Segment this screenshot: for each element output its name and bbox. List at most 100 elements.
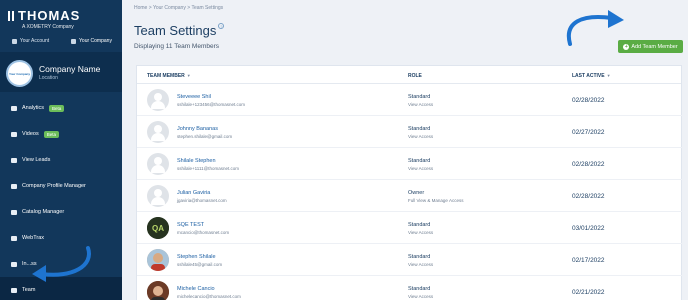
member-last-active: 02/21/2022 xyxy=(572,289,605,296)
user-icon xyxy=(11,38,17,44)
member-count: Displaying 11 Team Members xyxy=(134,43,220,50)
member-role: Standard xyxy=(408,254,431,260)
table-row[interactable]: Shilale Stephen sshilale+1111@thomasnet.… xyxy=(137,148,683,180)
add-team-member-label: Add Team Member xyxy=(631,43,678,50)
brand-logo[interactable]: THOMAS A XOMETRY Company xyxy=(8,8,80,30)
member-name[interactable]: Shilale Stephen xyxy=(177,158,216,164)
sidebar-item-videos[interactable]: Videos Beta xyxy=(0,121,122,147)
member-email: stephen.shilale@gmail.com xyxy=(177,134,233,139)
member-access: View Access xyxy=(408,294,434,299)
sidebar-item-analytics[interactable]: Analytics Beta xyxy=(0,95,122,121)
your-account-tab[interactable]: Your Account xyxy=(0,34,61,48)
sidebar-item-label: Company Profile Manager xyxy=(22,183,86,189)
member-email: sshilale+123456@thomasnet.com xyxy=(177,102,245,107)
table-header: TEAM MEMBER ▼ ROLE LAST ACTIVE ▼ xyxy=(137,66,681,84)
table-row[interactable]: Michele Cancio michelecancio@thomasnet.c… xyxy=(137,276,683,300)
company-logo-text: Your Company xyxy=(8,71,31,76)
table-row[interactable]: Johnny Bananas stephen.shilale@gmail.com… xyxy=(137,116,683,148)
table-row[interactable]: Steveeee Shil sshilale+123456@thomasnet.… xyxy=(137,84,683,116)
member-role: Standard xyxy=(408,94,431,100)
video-icon xyxy=(11,131,17,137)
thomas-bars-icon xyxy=(8,10,14,21)
account-switch: Your Account Your Company xyxy=(0,34,122,48)
member-name[interactable]: Michele Cancio xyxy=(177,286,215,292)
member-email: sshilale45@gmail.com xyxy=(177,262,223,267)
member-role: Standard xyxy=(408,126,431,132)
sort-icon: ▼ xyxy=(186,73,191,78)
member-access: Full View & Manage Access xyxy=(408,198,464,203)
member-last-active: 02/17/2022 xyxy=(572,257,605,264)
member-name[interactable]: Johnny Bananas xyxy=(177,126,218,132)
column-last-active[interactable]: LAST ACTIVE ▼ xyxy=(572,73,611,79)
member-name[interactable]: Stephen Shilale xyxy=(177,254,216,260)
svg-text:QA: QA xyxy=(152,224,164,233)
avatar-photo xyxy=(147,249,169,271)
your-account-label: Your Account xyxy=(19,38,50,44)
sort-icon: ▼ xyxy=(606,73,611,78)
member-last-active: 02/28/2022 xyxy=(572,193,605,200)
beta-badge: Beta xyxy=(49,104,65,112)
sqe-logo-icon: QA xyxy=(147,217,169,239)
brand-name: THOMAS xyxy=(18,8,81,23)
member-role: Standard xyxy=(408,286,431,292)
member-name[interactable]: SQE TEST xyxy=(177,222,204,228)
sidebar-item-company-profile-manager[interactable]: Company Profile Manager xyxy=(0,173,122,199)
app: THOMAS A XOMETRY Company Your Account Yo… xyxy=(0,0,688,300)
column-label: TEAM MEMBER xyxy=(147,73,185,79)
avatar-placeholder-icon xyxy=(147,89,169,111)
add-team-member-button[interactable]: + Add Team Member xyxy=(618,40,683,53)
member-last-active: 02/28/2022 xyxy=(572,161,605,168)
sidebar-item-label: View Leads xyxy=(22,157,51,163)
team-icon xyxy=(11,287,17,293)
avatar-placeholder-icon xyxy=(147,185,169,207)
column-role[interactable]: ROLE xyxy=(408,73,422,79)
member-name[interactable]: Julian Gaviria xyxy=(177,190,210,196)
avatar-photo: QA xyxy=(147,217,169,239)
member-email: mcancio@thomasnet.com xyxy=(177,230,230,235)
company-name: Company Name xyxy=(39,64,101,74)
member-email: michelecancio@thomasnet.com xyxy=(177,294,241,299)
your-company-tab[interactable]: Your Company xyxy=(61,34,122,48)
member-access: View Access xyxy=(408,102,434,107)
table-row[interactable]: Julian Gaviria jgaviria@thomasnet.com Ow… xyxy=(137,180,683,212)
sidebar-item-label: Catalog Manager xyxy=(22,209,65,215)
building-icon xyxy=(71,38,77,44)
sidebar-item-label: Analytics xyxy=(22,105,45,111)
member-access: View Access xyxy=(408,262,434,267)
member-email: sshilale+1111@thomasnet.com xyxy=(177,166,239,171)
member-last-active: 02/27/2022 xyxy=(572,129,605,136)
member-email: jgaviria@thomasnet.com xyxy=(177,198,227,203)
avatar-placeholder-icon xyxy=(147,153,169,175)
avatar-photo xyxy=(147,281,169,300)
beta-badge: Beta xyxy=(43,130,59,138)
sidebar-item-view-leads[interactable]: View Leads xyxy=(0,147,122,173)
person-photo-icon xyxy=(147,281,169,300)
team-table: TEAM MEMBER ▼ ROLE LAST ACTIVE ▼ Steveeee … xyxy=(136,65,683,300)
inbox-icon xyxy=(11,261,17,267)
sidebar-item-catalog-manager[interactable]: Catalog Manager xyxy=(0,199,122,225)
member-name[interactable]: Steveeee Shil xyxy=(177,94,211,100)
member-last-active: 03/01/2022 xyxy=(572,225,605,232)
help-icon[interactable]: ? xyxy=(218,23,225,29)
table-row[interactable]: QA SQE TEST mcancio@thomasnet.com Standa… xyxy=(137,212,683,244)
sidebar-item-label: Videos xyxy=(22,131,39,137)
column-team-member[interactable]: TEAM MEMBER ▼ xyxy=(147,73,191,79)
member-last-active: 02/28/2022 xyxy=(572,97,605,104)
company-logo: Your Company xyxy=(6,60,33,87)
person-photo-icon xyxy=(147,249,169,271)
sidebar-item-label: WebTrax xyxy=(22,235,45,241)
member-access: View Access xyxy=(408,166,434,171)
building-icon xyxy=(11,183,17,189)
plus-icon: + xyxy=(623,43,630,50)
page-title: Team Settings xyxy=(134,23,217,38)
your-company-label: Your Company xyxy=(79,38,112,44)
table-row[interactable]: Stephen Shilale sshilale45@gmail.com Sta… xyxy=(137,244,683,276)
avatar-placeholder-icon xyxy=(147,121,169,143)
annotation-arrow-icon xyxy=(32,246,91,282)
breadcrumb[interactable]: Home > Your Company > Team Settings xyxy=(134,5,223,11)
company-card[interactable]: Your Company Company Name Location xyxy=(0,52,122,92)
member-access: View Access xyxy=(408,134,434,139)
page-title-wrap: Team Settings ? xyxy=(134,23,225,38)
chart-icon xyxy=(11,105,17,111)
sidebar-item-label: Team xyxy=(22,287,36,293)
